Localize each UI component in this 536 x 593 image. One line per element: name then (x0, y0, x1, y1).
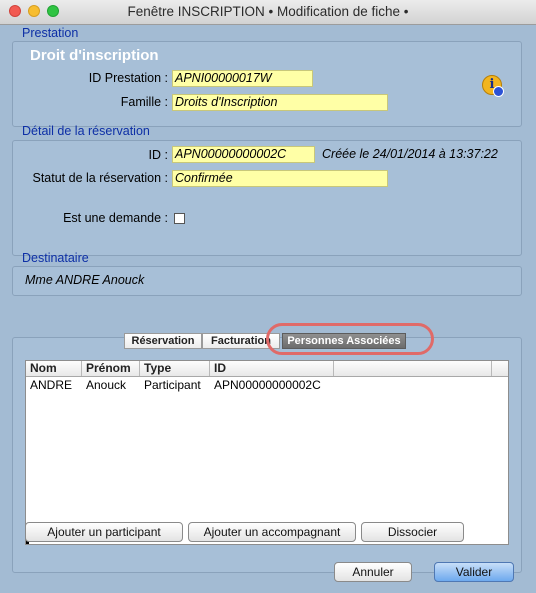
cancel-button[interactable]: Annuler (334, 562, 412, 582)
cell-id: APN00000000002C (214, 378, 321, 392)
prestation-heading: Droit d'inscription (30, 47, 159, 64)
add-participant-button[interactable]: Ajouter un participant (25, 522, 183, 542)
column-header-type[interactable]: Type (140, 361, 210, 376)
title-bar: Fenêtre INSCRIPTION • Modification de fi… (0, 0, 536, 25)
cell-prenom: Anouck (86, 378, 127, 392)
table-header: Nom Prénom Type ID (26, 361, 508, 377)
destinataire-name: Mme ANDRE Anouck (25, 273, 145, 287)
section-title-reservation: Détail de la réservation (22, 124, 150, 138)
demande-label: Est une demande : (63, 211, 168, 225)
cell-type: Participant (144, 378, 201, 392)
associated-persons-table[interactable]: Nom Prénom Type ID ANDRE Anouck Particip… (25, 360, 509, 545)
section-title-prestation: Prestation (22, 26, 79, 40)
window-title: Fenêtre INSCRIPTION • Modification de fi… (127, 4, 409, 19)
dissociate-button[interactable]: Dissocier (361, 522, 464, 542)
statut-label: Statut de la réservation : (32, 171, 169, 185)
info-badge-icon (493, 86, 504, 97)
highlight-annotation (266, 323, 434, 355)
tab-reservation[interactable]: Réservation (124, 333, 202, 349)
reservation-id-field[interactable]: APN00000000002C (172, 146, 315, 163)
reservation-id-label: ID : (148, 148, 168, 162)
add-companion-button[interactable]: Ajouter un accompagnant (188, 522, 356, 542)
validate-button[interactable]: Valider (434, 562, 514, 582)
demande-checkbox[interactable] (174, 213, 185, 224)
famille-field[interactable]: Droits d'Inscription (172, 94, 388, 111)
famille-label: Famille : (120, 95, 168, 109)
id-prestation-label: ID Prestation : (88, 71, 168, 85)
statut-field[interactable]: Confirmée (172, 170, 388, 187)
column-header-prenom[interactable]: Prénom (82, 361, 140, 376)
window-content: Prestation Droit d'inscription i ID Pres… (0, 25, 536, 593)
section-title-destinataire: Destinataire (22, 251, 89, 265)
column-header-empty (334, 361, 492, 376)
id-prestation-field[interactable]: APNI00000017W (172, 70, 313, 87)
info-icon[interactable]: i (482, 75, 504, 97)
column-header-nom[interactable]: Nom (26, 361, 82, 376)
created-date-text: Créée le 24/01/2014 à 13:37:22 (322, 147, 498, 161)
column-header-id[interactable]: ID (210, 361, 334, 376)
cell-nom: ANDRE (30, 378, 73, 392)
